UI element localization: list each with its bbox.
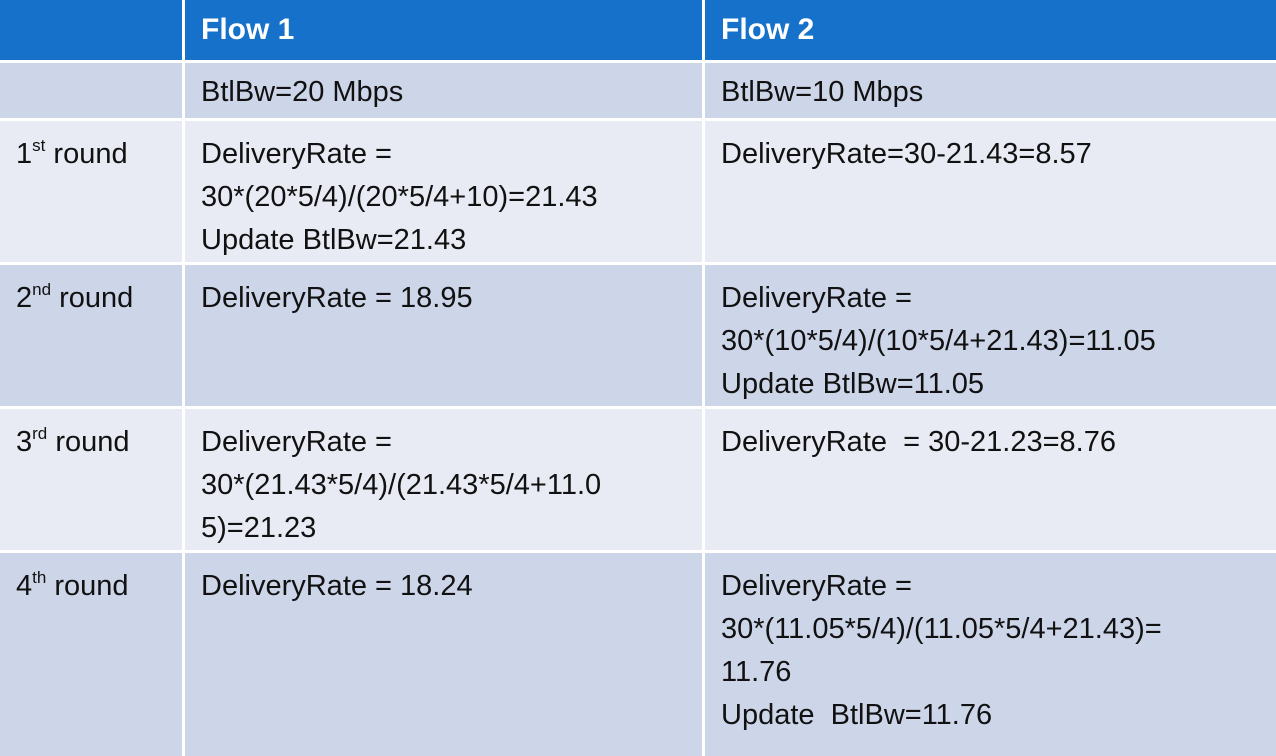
round-ordinal-suffix: nd: [32, 280, 52, 299]
flow2-text-line: 30*(10*5/4)/(10*5/4+21.43)=11.05: [721, 325, 1156, 357]
flow1-text-line: DeliveryRate = 18.95: [201, 282, 473, 314]
flow2-text-line: BtlBw=10 Mbps: [721, 76, 924, 108]
flow1-cell: BtlBw=20 Mbps: [185, 63, 705, 121]
flow1-text-line: DeliveryRate = 18.24: [201, 570, 473, 602]
header-flow1: Flow 1: [185, 0, 705, 63]
flow1-cell: DeliveryRate = 18.95: [185, 265, 705, 409]
flow2-text-line: DeliveryRate =: [721, 570, 912, 602]
flow1-text-line: 30*(20*5/4)/(20*5/4+10)=21.43: [201, 181, 598, 213]
flow1-cell: DeliveryRate = 30*(20*5/4)/(20*5/4+10)=21…: [185, 121, 705, 265]
flow1-cell: DeliveryRate = 18.24: [185, 553, 705, 756]
flow2-text-line: 30*(11.05*5/4)/(11.05*5/4+21.43)=: [721, 613, 1162, 645]
round-word: round: [51, 282, 134, 314]
flow2-text-line: DeliveryRate=30-21.43=8.57: [721, 138, 1092, 170]
row-label: [0, 63, 185, 121]
flow1-cell: DeliveryRate = 30*(21.43*5/4)/(21.43*5/4+…: [185, 409, 705, 553]
row-label: 3rd round: [0, 409, 185, 553]
flow2-cell: DeliveryRate = 30-21.23=8.76: [705, 409, 1276, 553]
flow1-text-line: 5)=21.23: [201, 512, 317, 544]
row-label: 1st round: [0, 121, 185, 265]
bbr-table: Flow 1 Flow 2 BtlBw=20 Mbps BtlBw=10 Mbp…: [0, 0, 1276, 756]
header-flow2: Flow 2: [705, 0, 1276, 63]
round-word: round: [47, 426, 130, 458]
flow1-text-line: Update BtlBw=21.43: [201, 224, 467, 256]
flow2-text-line: Update BtlBw=11.76: [721, 699, 993, 731]
row-label: 2nd round: [0, 265, 185, 409]
flow2-text-line: 11.76: [721, 656, 792, 688]
flow2-cell: DeliveryRate=30-21.43=8.57: [705, 121, 1276, 265]
flow2-text-line: Update BtlBw=11.05: [721, 368, 985, 400]
round-word: round: [45, 138, 128, 170]
round-number: 4: [16, 570, 33, 602]
flow2-cell: DeliveryRate = 30*(10*5/4)/(10*5/4+21.43)…: [705, 265, 1276, 409]
flow2-cell: BtlBw=10 Mbps: [705, 63, 1276, 121]
flow1-text-line: DeliveryRate =: [201, 138, 392, 170]
flow1-text-line: BtlBw=20 Mbps: [201, 76, 404, 108]
row-label: 4th round: [0, 553, 185, 756]
flow2-text-line: DeliveryRate =: [721, 282, 912, 314]
round-ordinal-suffix: rd: [32, 424, 48, 443]
round-ordinal-suffix: st: [32, 136, 46, 155]
flow2-cell: DeliveryRate = 30*(11.05*5/4)/(11.05*5/4+…: [705, 553, 1276, 756]
flow1-text-line: DeliveryRate =: [201, 426, 392, 458]
round-number: 1: [16, 138, 33, 170]
flow1-text-line: 30*(21.43*5/4)/(21.43*5/4+11.0: [201, 469, 602, 501]
round-word: round: [46, 570, 129, 602]
round-number: 3: [16, 426, 33, 458]
round-ordinal-suffix: th: [32, 568, 47, 587]
header-empty-cell: [0, 0, 185, 63]
flow2-text-line: DeliveryRate = 30-21.23=8.76: [721, 426, 1116, 458]
round-number: 2: [16, 282, 33, 314]
